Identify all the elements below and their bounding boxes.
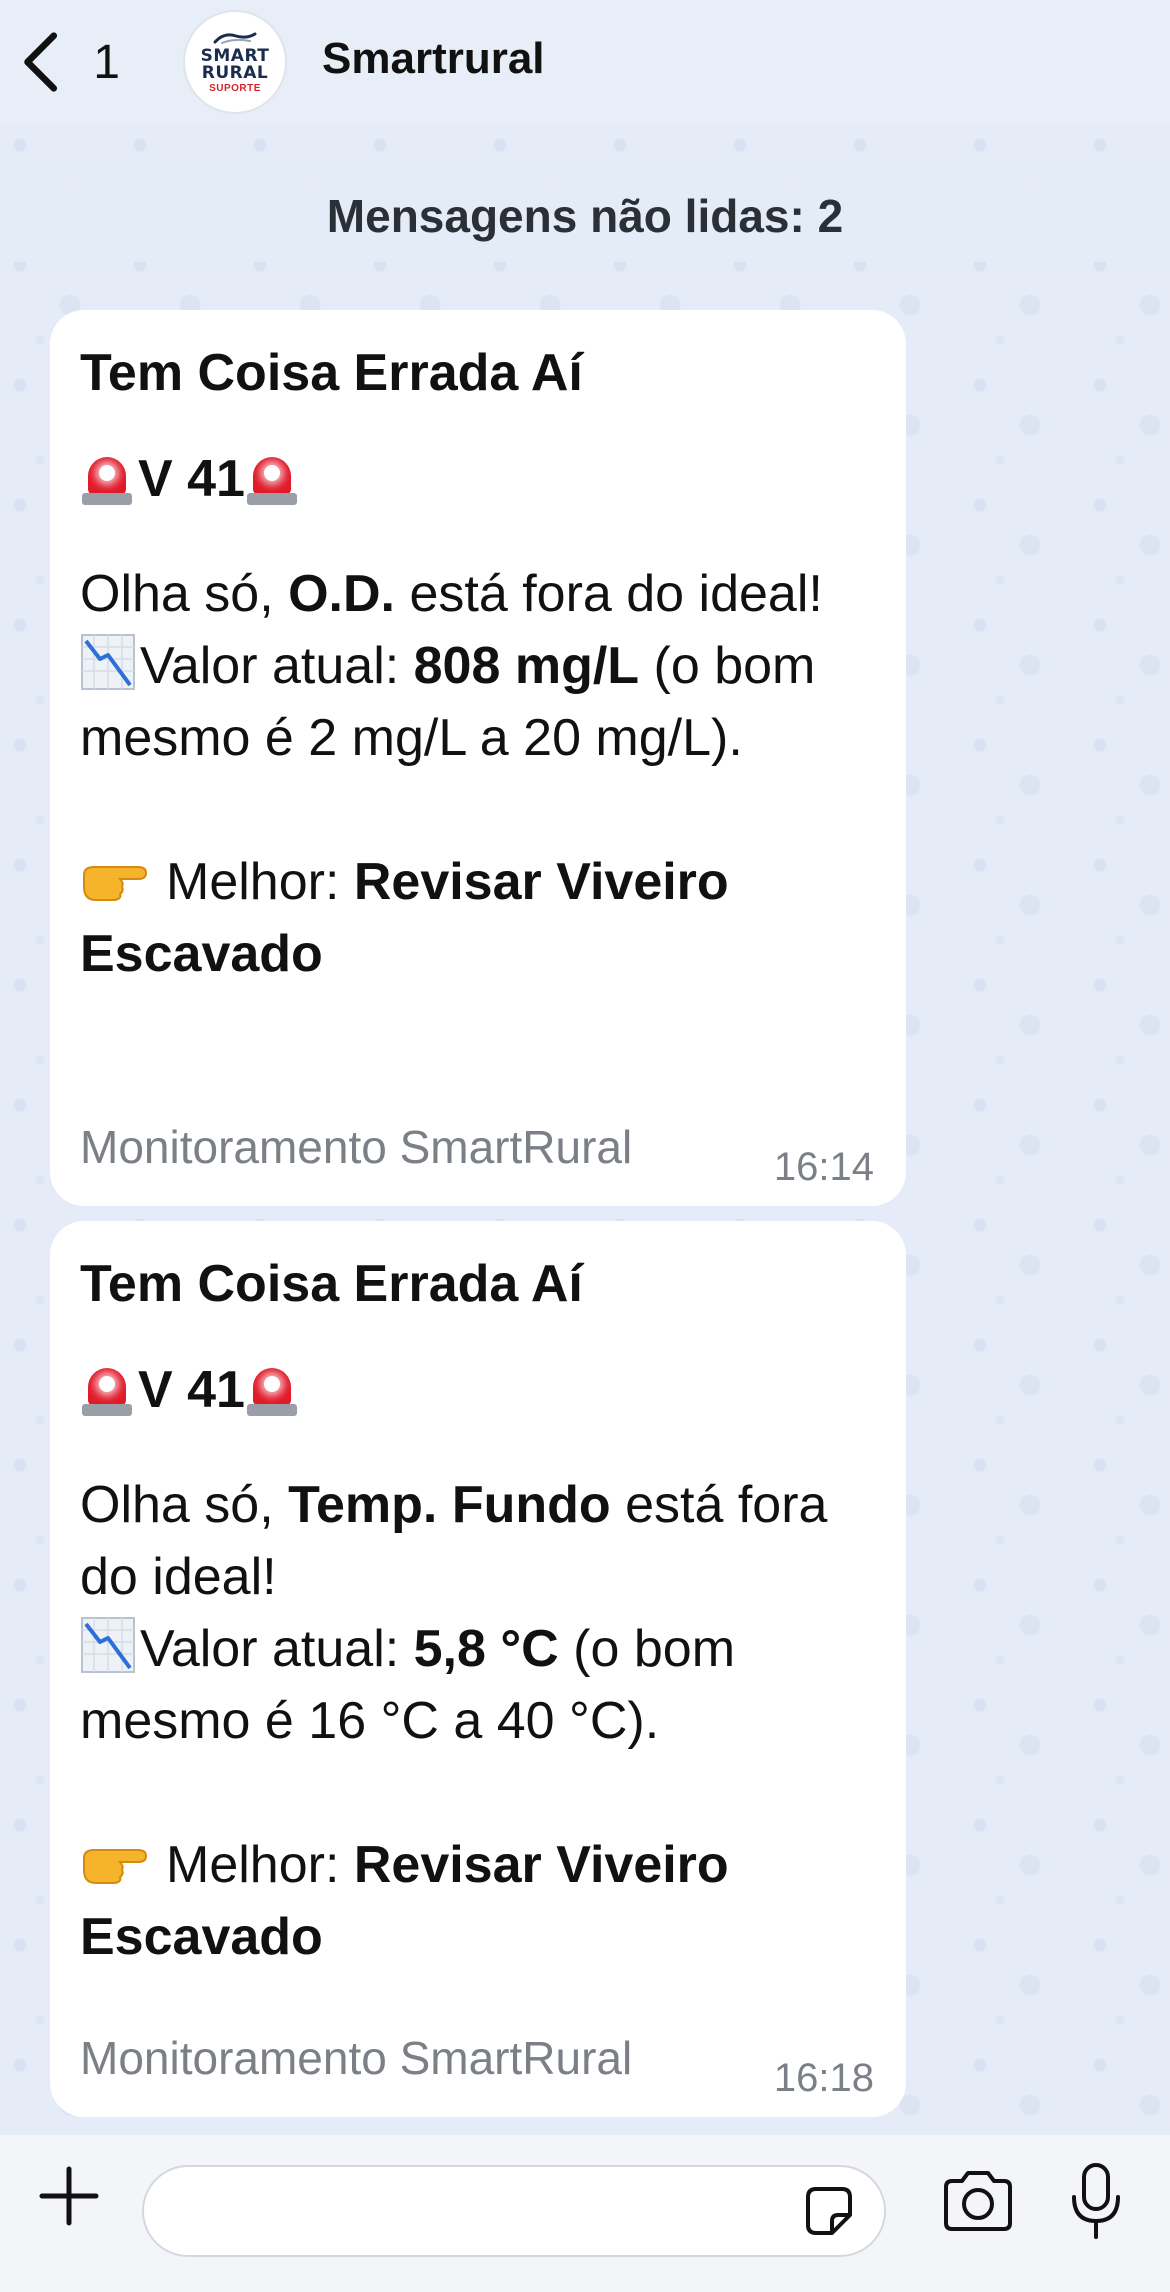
siren-icon: [82, 451, 132, 507]
tank-label: V 41: [138, 1361, 245, 1419]
message-title: Tem Coisa Errada Aí: [80, 344, 583, 402]
siren-icon: [246, 451, 297, 507]
message-composer: [0, 2135, 1170, 2292]
message-input[interactable]: [142, 2165, 886, 2257]
current-value: 808 mg/L: [413, 637, 640, 695]
chat-header: 1 SMART RURAL SUPORTE Smartrural: [0, 0, 1170, 125]
chevron-left-icon: [24, 32, 58, 92]
siren-icon: [246, 1362, 297, 1418]
message-title: Tem Coisa Errada Aí: [80, 1255, 583, 1313]
siren-icon: [82, 1362, 132, 1418]
message-timestamp: 16:14: [773, 1145, 874, 1189]
message-tank-line: V 41: [80, 1357, 876, 1423]
plus-icon[interactable]: [36, 2163, 102, 2229]
logo-mark-icon: [213, 32, 257, 44]
value-label: Valor atual:: [140, 1620, 414, 1678]
intro-suffix: está fora do ideal!: [395, 565, 823, 623]
message-bubble[interactable]: Tem Coisa Errada Aí V 41 Olha só, O.D. e…: [50, 310, 906, 1206]
unread-messages-banner: Mensagens não lidas: 2: [0, 170, 1170, 262]
intro-text: Olha só,: [80, 1476, 289, 1534]
pointing-hand-icon: [83, 866, 148, 901]
recommendation: Melhor: Revisar Viveiro Escavado: [80, 846, 876, 990]
message-tank-line: V 41: [80, 446, 876, 512]
chat-area[interactable]: Mensagens não lidas: 2 Tem Coisa Errada …: [0, 125, 1170, 2135]
recommendation-label: Melhor:: [166, 853, 354, 911]
camera-icon[interactable]: [940, 2169, 1016, 2233]
message-signature: Monitoramento SmartRural: [80, 2032, 633, 2084]
message-body: Olha só, Temp. Fundo está fora do ideal!…: [80, 1469, 876, 1757]
message-timestamp: 16:18: [773, 2056, 874, 2100]
back-button[interactable]: 1: [20, 24, 120, 100]
message-bubble[interactable]: Tem Coisa Errada Aí V 41 Olha só, Temp. …: [50, 1221, 906, 2117]
parameter-name: O.D.: [288, 565, 396, 623]
chart-decreasing-icon: [81, 634, 135, 690]
current-value: 5,8 °C: [413, 1620, 559, 1678]
unread-count: 1: [93, 35, 120, 89]
contact-avatar[interactable]: SMART RURAL SUPORTE: [183, 10, 287, 114]
message-body: Olha só, O.D. está fora do ideal! Valor …: [80, 558, 876, 774]
chart-decreasing-icon: [81, 1617, 135, 1673]
value-label: Valor atual:: [140, 637, 414, 695]
recommendation-label: Melhor:: [166, 1836, 354, 1894]
tank-label: V 41: [138, 450, 245, 508]
contact-name[interactable]: Smartrural: [322, 34, 545, 84]
microphone-icon[interactable]: [1068, 2161, 1124, 2243]
intro-text: Olha só,: [80, 565, 289, 623]
avatar-text-suporte: SUPORTE: [209, 83, 261, 94]
sticker-icon[interactable]: [800, 2183, 858, 2241]
parameter-name: Temp. Fundo: [288, 1476, 611, 1534]
message-signature: Monitoramento SmartRural: [80, 1121, 633, 1173]
pointing-hand-icon: [83, 1849, 148, 1884]
recommendation: Melhor: Revisar Viveiro Escavado: [80, 1829, 876, 1973]
avatar-text-rural: RURAL: [201, 63, 269, 83]
